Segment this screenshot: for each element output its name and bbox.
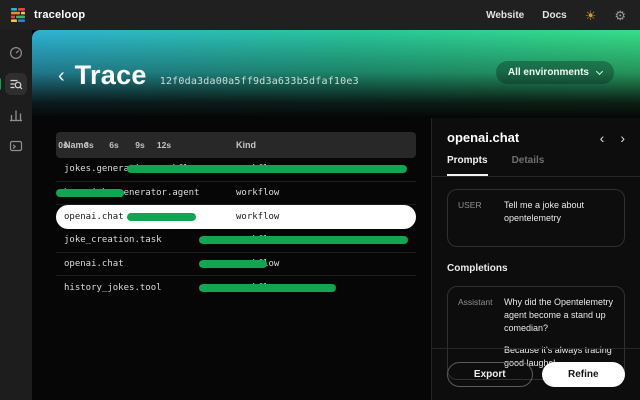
span-detail-panel: openai.chat ‹ › Prompts Details USER Tel… [431,118,640,400]
duration-bar [56,189,124,197]
span-name: history_jokes.tool [64,283,162,293]
website-link[interactable]: Website [486,10,524,21]
dashboard-gauge-icon [9,46,23,60]
gear-icon[interactable]: ⚙ [614,9,626,22]
trace-header: ‹ Trace 12f0da3da00a5ff9d3a633b5dfaf10e3… [32,30,640,118]
duration-bar [127,213,195,221]
table-row[interactable]: base_joke_generator.agent workflow [56,182,416,206]
back-chevron-icon[interactable]: ‹ [58,66,65,86]
prompt-text: Tell me a joke about opentelemetry [504,199,614,225]
duration-bar [199,284,336,292]
axis-tick: 3s [84,140,93,150]
prompt-role-label: USER [458,199,504,210]
top-navigation: Website Docs ☀ ⚙ [486,9,626,22]
axis-tick: 0s [58,140,67,150]
table-row[interactable]: joke_creation.task workflow [56,229,416,253]
sidebar-item-analytics[interactable] [5,104,27,126]
detail-tabs: Prompts Details [432,155,640,177]
span-name: joke_creation.task [64,235,162,245]
span-table-area: Name Kind 0s 3s 6s 9s 12s jokes.generati… [32,118,431,400]
analytics-bars-icon [9,108,23,122]
completion-paragraph: Why did the Opentelemetry agent become a… [504,296,614,335]
span-name: openai.chat [64,212,124,222]
span-kind: workflow [236,188,279,198]
table-row[interactable]: jokes.generation.workflow workflow [56,158,416,182]
span-name: openai.chat [64,259,124,269]
duration-bar [199,260,267,268]
column-header-kind: Kind [236,140,256,150]
tab-prompts[interactable]: Prompts [447,155,488,176]
span-table: Name Kind 0s 3s 6s 9s 12s jokes.generati… [56,132,416,300]
docs-link[interactable]: Docs [542,10,566,21]
playground-console-icon [9,139,23,153]
export-button[interactable]: Export [447,362,533,387]
traceloop-logo-icon [10,7,26,23]
table-row[interactable]: history_jokes.tool workflow [56,276,416,300]
brand-name: traceloop [34,9,85,21]
trace-search-icon [9,77,23,91]
page-title: Trace [75,60,147,91]
axis-tick: 6s [109,140,118,150]
topbar: traceloop Website Docs ☀ ⚙ [0,0,640,30]
sun-icon[interactable]: ☀ [585,9,597,22]
duration-bar [199,236,408,244]
duration-bar [127,165,407,173]
environment-selector-label: All environments [508,67,589,78]
sidebar-item-dashboard[interactable] [5,42,27,64]
prompt-message-box: USER Tell me a joke about opentelemetry [447,189,625,247]
completions-heading: Completions [447,263,625,274]
environment-selector[interactable]: All environments [496,61,614,84]
refine-button[interactable]: Refine [542,362,626,387]
table-header-row: Name Kind 0s 3s 6s 9s 12s [56,132,416,158]
table-row-selected[interactable]: openai.chat workflow [56,205,416,229]
sidebar [0,30,32,400]
detail-panel-footer: Export Refine [432,348,640,400]
span-detail-title: openai.chat [447,130,600,145]
sidebar-item-playground[interactable] [5,135,27,157]
completion-role-label: Assistant [458,296,504,307]
trace-id: 12f0da3da00a5ff9d3a633b5dfaf10e3 [160,76,359,87]
tab-details[interactable]: Details [512,155,545,176]
axis-tick: 9s [135,140,144,150]
next-span-chevron-icon[interactable]: › [620,131,625,145]
span-kind: workflow [236,212,279,222]
table-row[interactable]: openai.chat workflow [56,253,416,277]
brand[interactable]: traceloop [10,7,85,23]
axis-tick: 12s [157,140,171,150]
sidebar-item-traces[interactable] [5,73,27,95]
chevron-down-icon [596,68,603,75]
prev-span-chevron-icon[interactable]: ‹ [600,131,605,145]
